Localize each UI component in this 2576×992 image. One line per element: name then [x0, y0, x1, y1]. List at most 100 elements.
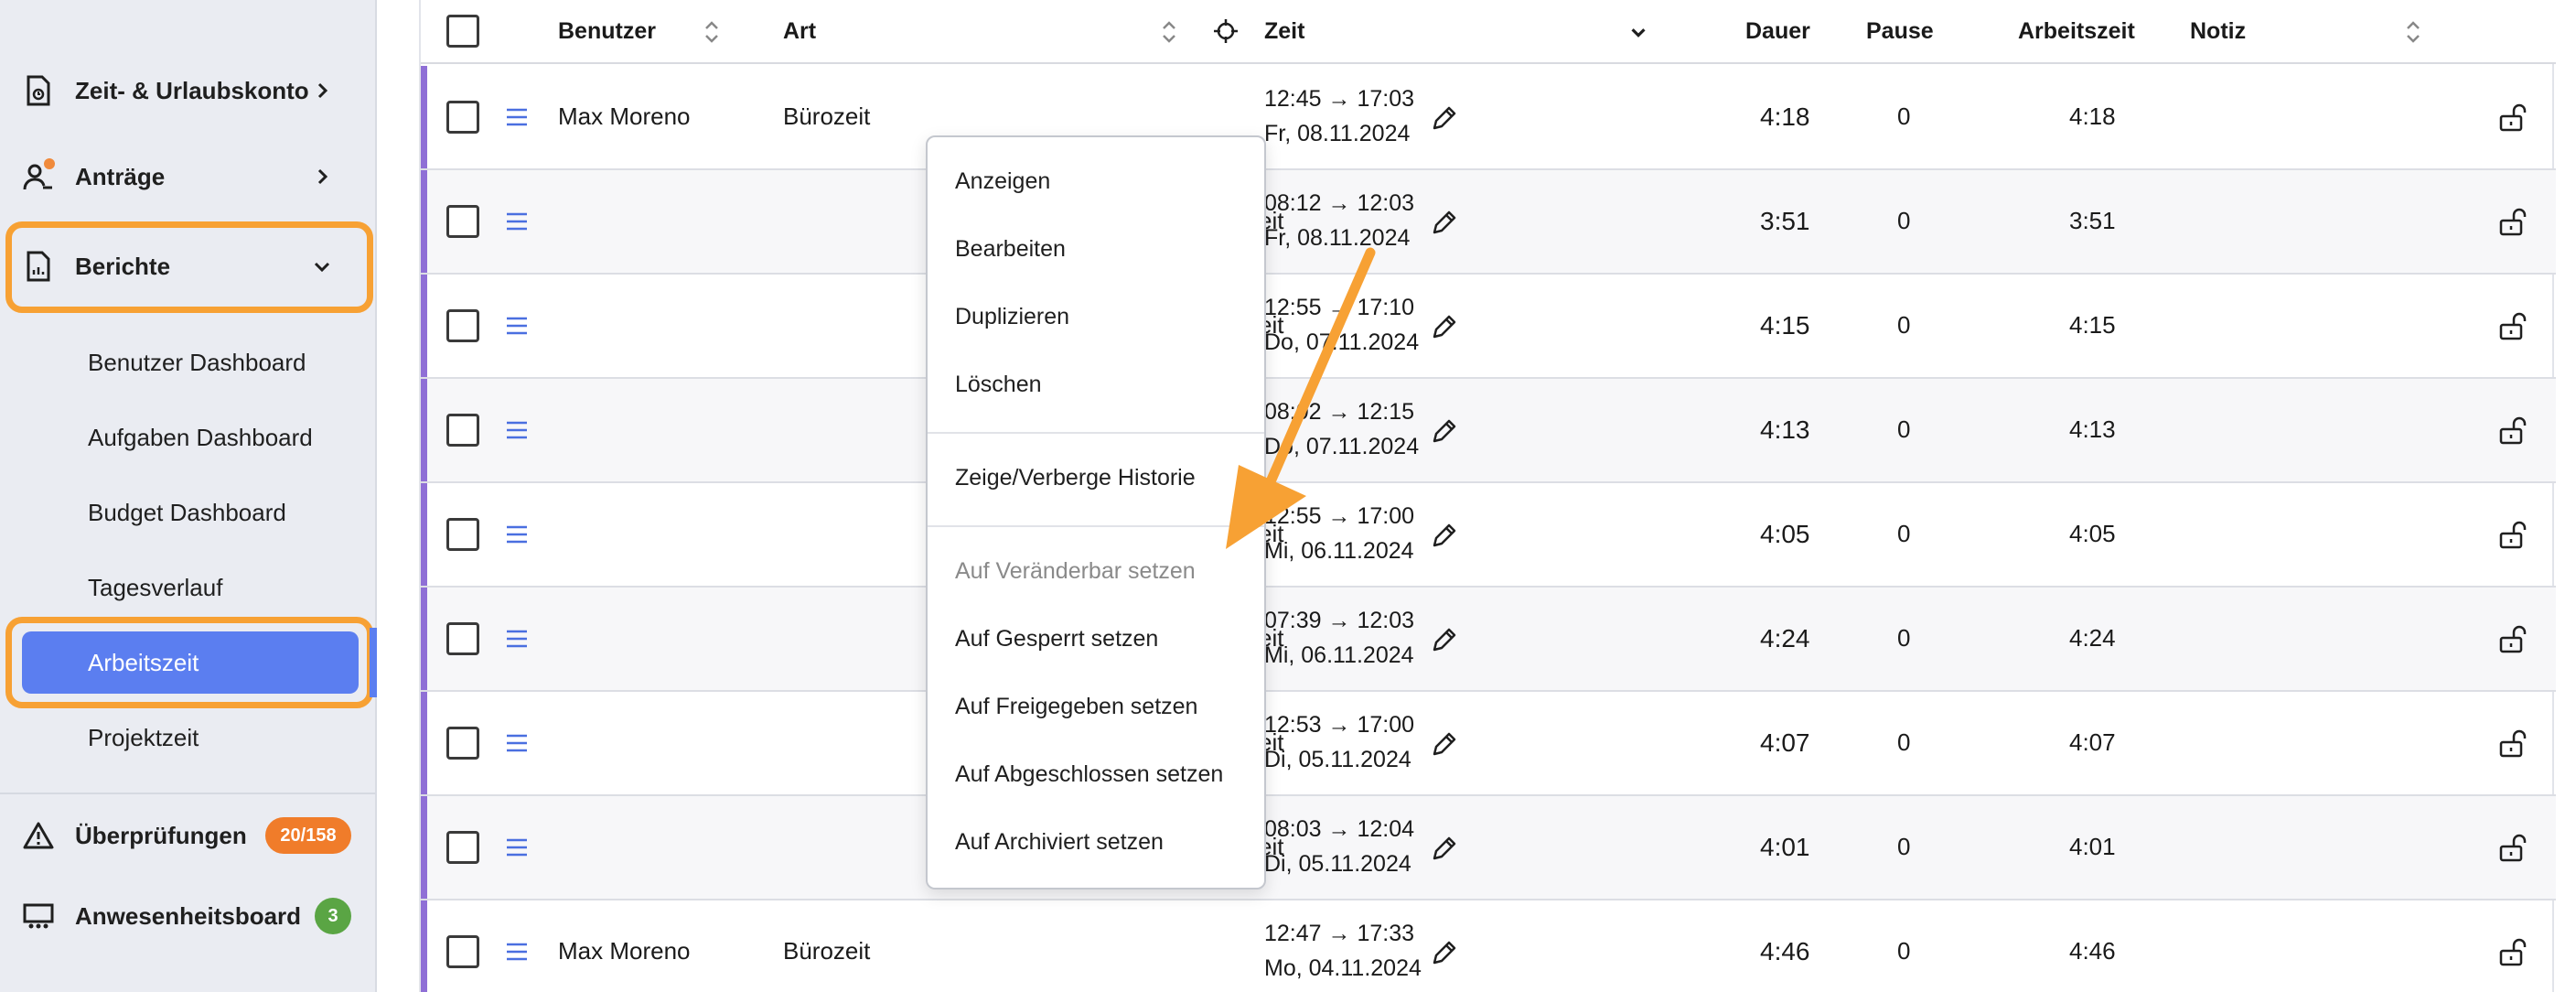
cell-dauer: 4:18 [1760, 102, 1810, 131]
cell-arbeitszeit: 4:07 [2069, 728, 2116, 756]
report-icon [20, 248, 57, 285]
unlock-icon[interactable] [2497, 311, 2528, 342]
unlock-icon[interactable] [2497, 833, 2528, 864]
menu-item-freigegeben[interactable]: Auf Freigegeben setzen [955, 688, 1197, 725]
unlock-icon[interactable] [2497, 937, 2528, 968]
cell-zeit-range: 07:39 → 12:03 [1264, 608, 1415, 633]
table-row[interactable]: t08:02 → 12:15Do, 07.11.20244:1304:13 [421, 379, 2556, 483]
row-checkbox[interactable] [446, 831, 479, 864]
sidebar-item-antraege[interactable]: Anträge [20, 141, 359, 212]
pencil-icon[interactable] [1429, 624, 1460, 655]
sidebar-item-label: Überprüfungen [75, 821, 247, 849]
table-row[interactable]: eit 07:39 → 12:03 Mi, 06.11.2024 4:24 0 4:24 [421, 588, 2556, 692]
menu-item-duplizieren[interactable]: Duplizieren [955, 298, 1069, 335]
sidebar: Zeit- & Urlaubskonto Anträge Berichte Be… [0, 0, 377, 992]
sidebar-item-zeitkonto[interactable]: Zeit- & Urlaubskonto [20, 55, 359, 126]
pencil-icon[interactable] [1429, 728, 1460, 760]
column-header-benutzer[interactable]: Benutzer [558, 18, 656, 45]
hamburger-icon[interactable] [505, 523, 529, 545]
table-row[interactable]: eit 12:55 → 17:10 Do, 07.11.2024 4:15 0 4:15 [421, 275, 2556, 379]
unlock-icon[interactable] [2497, 415, 2528, 447]
sidebar-item-berichte[interactable]: Berichte [20, 231, 359, 302]
crosshair-icon[interactable] [1213, 18, 1239, 44]
sidebar-subitem-aufgaben-dashboard[interactable]: Aufgaben Dashboard [88, 419, 313, 456]
menu-item-bearbeiten[interactable]: Bearbeiten [955, 231, 1066, 267]
table-row[interactable]: Max Moreno Bürozeit 12:47 → 17:33 Mo, 04.11… [421, 900, 2556, 992]
column-header-notiz[interactable]: Notiz [2190, 18, 2246, 45]
column-header-zeit[interactable]: Zeit [1264, 18, 1304, 45]
cell-arbeitszeit: 4:05 [2069, 520, 2116, 547]
row-checkbox[interactable] [446, 935, 479, 968]
sidebar-item-anwesenheitsboard[interactable]: Anwesenheitsboard [20, 880, 359, 952]
row-status-bar [421, 588, 427, 690]
unlock-icon[interactable] [2497, 728, 2528, 760]
table-row[interactable]: eit 12:55 → 17:00 Mi, 06.11.2024 4:05 0 4:05 [421, 483, 2556, 588]
unlock-icon[interactable] [2497, 624, 2528, 655]
table-row[interactable]: eit 08:12 → 12:03 Fr, 08.11.2024 3:51 0 3:51 [421, 170, 2556, 275]
chevron-right-icon [317, 82, 328, 99]
pencil-icon[interactable] [1429, 833, 1460, 864]
pencil-icon[interactable] [1429, 102, 1460, 134]
menu-divider [928, 432, 1264, 434]
row-status-bar [421, 483, 427, 586]
sidebar-subitem-projektzeit[interactable]: Projektzeit [88, 719, 199, 756]
table-row[interactable]: Max Moreno Bürozeit 12:45 → 17:03 Fr, 08.11… [421, 66, 2556, 170]
cell-zeit-date: Di, 05.11.2024 [1264, 747, 1411, 772]
row-checkbox[interactable] [446, 205, 479, 238]
select-all-checkbox[interactable] [446, 15, 479, 48]
hamburger-icon[interactable] [505, 419, 529, 441]
sidebar-subitem-tagesverlauf[interactable]: Tagesverlauf [88, 569, 222, 606]
row-checkbox[interactable] [446, 727, 479, 760]
row-checkbox[interactable] [446, 518, 479, 551]
pencil-icon[interactable] [1429, 520, 1460, 551]
pencil-icon[interactable] [1429, 311, 1460, 342]
sidebar-subitem-benutzer-dashboard[interactable]: Benutzer Dashboard [88, 344, 306, 381]
table-row[interactable]: eit 12:53 → 17:00 Di, 05.11.2024 4:07 0 4:07 [421, 692, 2556, 796]
pencil-icon[interactable] [1429, 415, 1460, 447]
cell-arbeitszeit: 4:01 [2069, 833, 2116, 860]
menu-item-historie[interactable]: Zeige/Verberge Historie [955, 459, 1196, 496]
column-header-art[interactable]: Art [783, 18, 816, 45]
row-checkbox[interactable] [446, 309, 479, 342]
menu-item-anzeigen[interactable]: Anzeigen [955, 163, 1050, 199]
chevron-down-icon[interactable] [1628, 22, 1648, 42]
sidebar-subitem-arbeitszeit[interactable]: Arbeitszeit [88, 644, 199, 681]
sidebar-active-edge [370, 628, 377, 697]
row-checkbox[interactable] [446, 414, 479, 447]
column-header-dauer[interactable]: Dauer [1745, 18, 1810, 45]
menu-item-loeschen[interactable]: Löschen [955, 366, 1042, 403]
sidebar-item-label: Berichte [75, 252, 171, 280]
table-row[interactable]: eit 08:03 → 12:04 Di, 05.11.2024 4:01 0 4:01 [421, 796, 2556, 900]
cell-zeit-date: Mi, 06.11.2024 [1264, 642, 1414, 668]
column-header-pause[interactable]: Pause [1866, 18, 1934, 45]
menu-item-abgeschlossen[interactable]: Auf Abgeschlossen setzen [955, 756, 1223, 793]
menu-item-archiviert[interactable]: Auf Archiviert setzen [955, 824, 1164, 860]
sort-icon[interactable] [2404, 18, 2422, 46]
column-header-arbeitszeit[interactable]: Arbeitszeit [2018, 18, 2135, 45]
row-checkbox[interactable] [446, 622, 479, 655]
unlock-icon[interactable] [2497, 102, 2528, 134]
cell-dauer: 4:05 [1760, 520, 1810, 548]
sort-icon[interactable] [1160, 18, 1178, 46]
row-checkbox[interactable] [446, 101, 479, 134]
hamburger-icon[interactable] [505, 732, 529, 754]
hamburger-icon[interactable] [505, 315, 529, 337]
hamburger-icon[interactable] [505, 836, 529, 858]
menu-item-gesperrt[interactable]: Auf Gesperrt setzen [955, 620, 1158, 657]
cell-zeit-range: 12:53 → 17:00 [1264, 712, 1415, 738]
sort-icon[interactable] [703, 18, 721, 46]
unlock-icon[interactable] [2497, 520, 2528, 551]
hamburger-icon[interactable] [505, 941, 529, 963]
sidebar-item-label: Anträge [75, 162, 166, 190]
unlock-icon[interactable] [2497, 207, 2528, 238]
sidebar-subitem-budget-dashboard[interactable]: Budget Dashboard [88, 494, 286, 531]
cell-zeit-range: 12:47 → 17:33 [1264, 921, 1415, 946]
pencil-icon[interactable] [1429, 207, 1460, 238]
pencil-icon[interactable] [1429, 937, 1460, 968]
cell-dauer: 4:24 [1760, 624, 1810, 652]
notification-dot [44, 158, 55, 169]
cell-art: Bürozeit [783, 937, 871, 965]
hamburger-icon[interactable] [505, 106, 529, 128]
hamburger-icon[interactable] [505, 628, 529, 650]
hamburger-icon[interactable] [505, 210, 529, 232]
